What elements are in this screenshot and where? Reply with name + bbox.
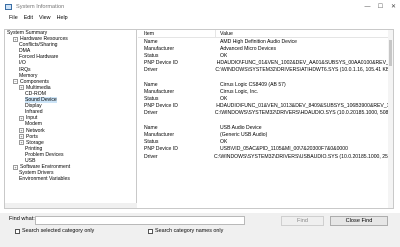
details-table: Name AMD High Definition Audio Device Manu… bbox=[138, 38, 393, 160]
tree-item-label: Environment Variables bbox=[19, 176, 70, 183]
checkbox-box[interactable] bbox=[15, 228, 20, 234]
table-row[interactable]: Driver C:\WINDOWS\SYSTEM32\DRIVERS\USBAUD… bbox=[138, 153, 393, 160]
find-label: Find what: bbox=[9, 216, 35, 222]
column-header-value[interactable]: Value bbox=[216, 31, 233, 37]
expand-icon[interactable]: + bbox=[19, 85, 24, 91]
item-cell: Name bbox=[144, 81, 158, 88]
expand-icon[interactable]: + bbox=[19, 140, 24, 146]
value-cell: (Generic USB Audio) bbox=[220, 132, 268, 139]
close-window-button[interactable]: ✕ bbox=[387, 0, 400, 13]
item-cell: Manufacturer bbox=[144, 45, 175, 52]
item-cell: PNP Device ID bbox=[144, 60, 178, 67]
item-cell: Name bbox=[144, 124, 158, 131]
window-title: System Information bbox=[16, 3, 65, 10]
checkbox-label: Search selected category only bbox=[22, 228, 95, 234]
value-cell: OK bbox=[220, 96, 228, 103]
item-cell: Manufacturer bbox=[144, 88, 175, 95]
item-cell: Driver bbox=[144, 110, 158, 117]
item-cell: PNP Device ID bbox=[144, 146, 178, 153]
item-cell: Name bbox=[144, 38, 158, 45]
table-row[interactable]: Name Cirrus Logic CS8409 (AB 57) bbox=[138, 81, 393, 88]
main-panel: System Summary + Hardware Resources Conflic… bbox=[4, 29, 394, 209]
expand-icon[interactable]: + bbox=[19, 115, 24, 121]
find-button[interactable]: Find bbox=[281, 216, 324, 226]
value-cell: Advanced Micro Devices bbox=[220, 45, 277, 52]
value-cell: OK bbox=[220, 139, 228, 146]
value-cell: Cirrus Logic, Inc. bbox=[220, 88, 259, 95]
details-header: Item Value bbox=[138, 30, 393, 38]
item-cell: Driver bbox=[144, 153, 158, 160]
close-find-button[interactable]: Close Find bbox=[330, 216, 388, 226]
item-cell: Status bbox=[144, 139, 159, 146]
item-cell: Manufacturer bbox=[144, 132, 175, 139]
tree-horizontal-scrollbar[interactable] bbox=[5, 203, 137, 208]
table-row[interactable]: Driver C:\WINDOWS\SYSTEM32\DRIVERS\ATIHDW… bbox=[138, 67, 393, 74]
title-bar: System Information — ☐ ✕ bbox=[0, 0, 400, 13]
item-cell: Status bbox=[144, 96, 159, 103]
search-category-names-checkbox[interactable]: Search category names only bbox=[148, 228, 223, 234]
value-cell: AMD High Definition Audio Device bbox=[220, 38, 298, 45]
table-row[interactable]: Driver C:\WINDOWS\SYSTEM32\DRIVERS\HDAUDI… bbox=[138, 110, 393, 117]
expand-icon[interactable]: + bbox=[19, 128, 24, 134]
value-cell: HDAUDIO\FUNC_01&VEN_1002&DEV_AA01&SUBSYS… bbox=[216, 60, 393, 67]
item-cell: Driver bbox=[144, 67, 158, 74]
tree-item[interactable]: Environment Variables bbox=[5, 176, 136, 182]
search-selected-category-checkbox[interactable]: Search selected category only bbox=[15, 228, 94, 234]
table-row[interactable]: Manufacturer Advanced Micro Devices bbox=[138, 45, 393, 52]
checkbox-box[interactable] bbox=[148, 228, 153, 234]
maximize-button[interactable]: ☐ bbox=[374, 0, 387, 13]
table-row[interactable]: Status OK bbox=[138, 52, 393, 59]
menu-help[interactable]: Help bbox=[57, 15, 68, 21]
menu-bar: File Edit View Help bbox=[0, 13, 400, 23]
category-tree[interactable]: System Summary + Hardware Resources Conflic… bbox=[5, 30, 137, 208]
table-row[interactable]: PNP Device ID HDAUDIO\FUNC_01&VEN_1013&DE… bbox=[138, 103, 393, 110]
value-cell: HDAUDIO\FUNC_01&VEN_1013&DEV_8409&SUBSYS… bbox=[216, 103, 393, 110]
table-row[interactable]: Status OK bbox=[138, 96, 393, 103]
value-cell: Cirrus Logic CS8409 (AB 57) bbox=[220, 81, 286, 88]
details-pane: Item Value Name AMD High Definition Audio… bbox=[138, 30, 393, 208]
expand-icon[interactable]: + bbox=[13, 36, 18, 42]
value-cell: C:\WINDOWS\SYSTEM32\DRIVERS\USBAUDIO.SYS… bbox=[214, 153, 393, 160]
checkbox-label: Search category names only bbox=[155, 228, 224, 234]
menu-file[interactable]: File bbox=[9, 15, 18, 21]
value-cell: C:\WINDOWS\SYSTEM32\DRIVERS\ATIHDWT6.SYS… bbox=[215, 67, 393, 74]
expand-icon[interactable]: + bbox=[19, 134, 24, 140]
find-input[interactable] bbox=[35, 216, 245, 225]
value-cell: USB Audio Device bbox=[220, 124, 262, 131]
menu-edit[interactable]: Edit bbox=[24, 15, 33, 21]
table-row[interactable]: Manufacturer (Generic USB Audio) bbox=[138, 131, 393, 138]
table-row[interactable]: PNP Device ID HDAUDIO\FUNC_01&VEN_1002&DE… bbox=[138, 60, 393, 67]
item-cell: PNP Device ID bbox=[144, 103, 178, 110]
collapse-icon[interactable]: − bbox=[13, 79, 18, 85]
value-cell: USB\VID_05AC&PID_1105&MI_00\7&20300F7&0&… bbox=[220, 146, 348, 153]
value-cell: C:\WINDOWS\SYSTEM32\DRIVERS\HDAUDIO.SYS … bbox=[214, 110, 393, 117]
scrollbar-thumb[interactable] bbox=[389, 40, 392, 66]
menu-view[interactable]: View bbox=[39, 15, 51, 21]
table-row[interactable]: Name AMD High Definition Audio Device bbox=[138, 38, 393, 45]
app-icon bbox=[5, 3, 12, 10]
expand-icon[interactable]: + bbox=[13, 164, 18, 170]
column-header-item[interactable]: Item bbox=[138, 30, 216, 37]
value-cell: OK bbox=[220, 52, 228, 59]
item-cell: Status bbox=[144, 52, 159, 59]
table-row[interactable]: Manufacturer Cirrus Logic, Inc. bbox=[138, 88, 393, 95]
table-row[interactable]: Name USB Audio Device bbox=[138, 124, 393, 131]
minimize-button[interactable]: — bbox=[361, 0, 374, 13]
table-row[interactable]: Status OK bbox=[138, 139, 393, 146]
find-bar: Find what: Find Close Find Search select… bbox=[0, 213, 400, 247]
details-vertical-scrollbar[interactable] bbox=[388, 30, 393, 208]
table-row[interactable]: PNP Device ID USB\VID_05AC&PID_1105&MI_00… bbox=[138, 146, 393, 153]
